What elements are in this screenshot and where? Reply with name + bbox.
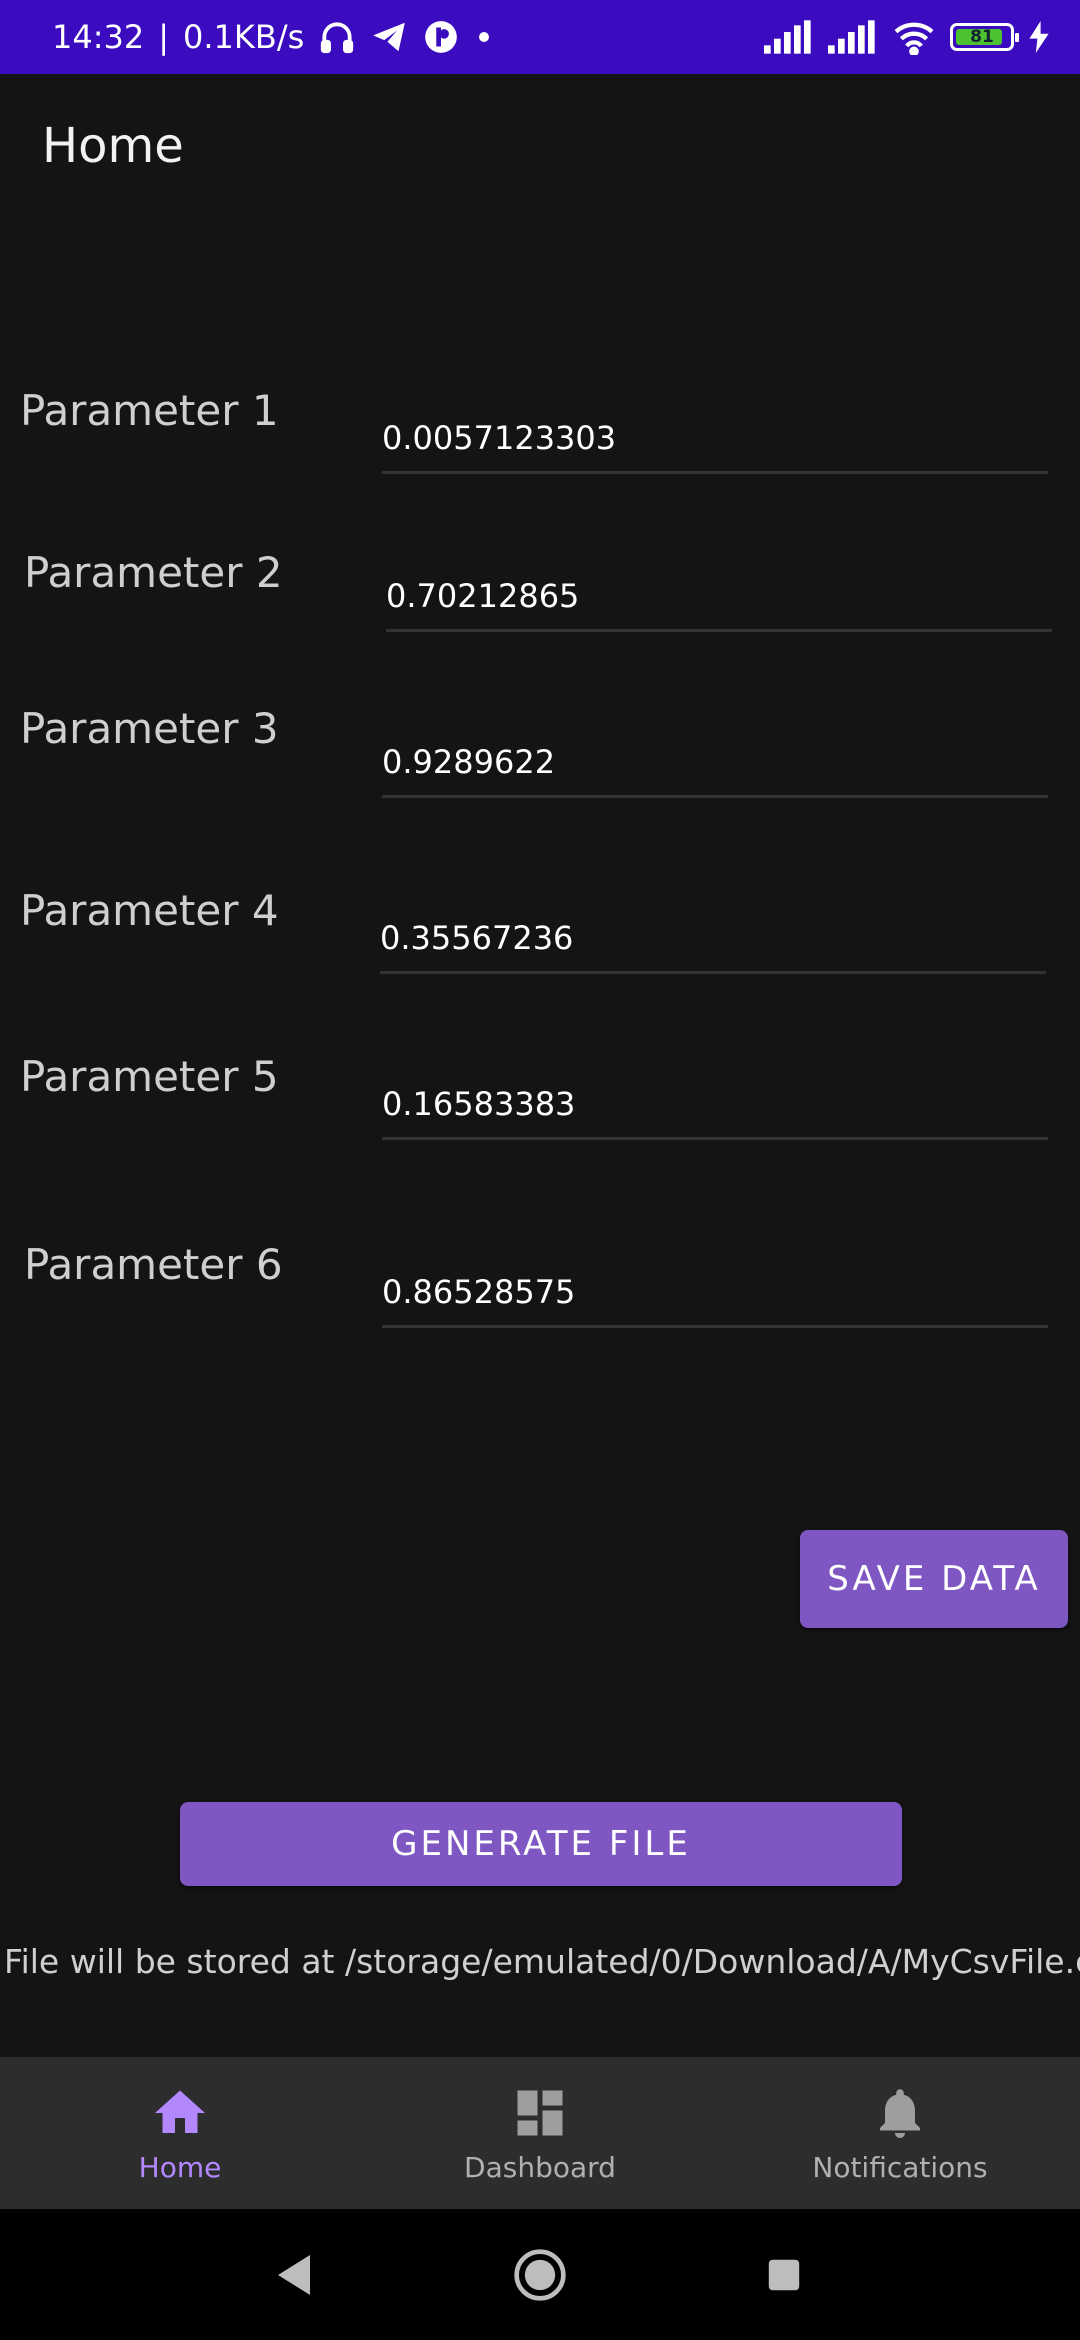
battery-level: 81 — [970, 27, 994, 47]
status-time: 14:32 — [52, 18, 145, 56]
save-data-button[interactable]: SAVE DATA — [800, 1530, 1068, 1628]
parameter-2-input[interactable]: 0.70212865 — [386, 562, 1052, 632]
parameter-6-input[interactable]: 0.86528575 — [382, 1258, 1048, 1328]
back-button[interactable] — [244, 2209, 344, 2340]
generate-file-button[interactable]: GENERATE FILE — [180, 1802, 902, 1886]
recents-icon — [768, 2259, 800, 2290]
recents-button[interactable] — [734, 2209, 834, 2340]
parameter-3-input[interactable]: 0.9289622 — [382, 728, 1048, 798]
file-path-text: File will be stored at /storage/emulated… — [4, 1942, 1080, 1981]
bottom-navigation: Home Dashboard Notifications — [0, 2057, 1080, 2209]
home-circle-icon — [514, 2248, 566, 2301]
battery-icon: 81 — [950, 23, 1019, 51]
system-navigation-bar — [0, 2209, 1080, 2340]
status-right: 81 — [764, 0, 1050, 74]
bell-icon — [880, 2088, 920, 2138]
app-notification-icon — [425, 21, 458, 53]
nav-notifications-label: Notifications — [812, 2150, 988, 2184]
nav-dashboard-label: Dashboard — [464, 2150, 616, 2184]
telegram-icon — [373, 22, 406, 52]
parameter-1-label: Parameter 1 — [20, 386, 279, 435]
headphones-icon — [321, 22, 354, 54]
home-system-button[interactable] — [490, 2209, 590, 2340]
wifi-icon — [894, 22, 934, 55]
parameter-5-label: Parameter 5 — [20, 1052, 279, 1101]
dot-icon — [479, 32, 490, 42]
page-title: Home — [42, 118, 184, 174]
signal-icon-2 — [828, 20, 875, 54]
parameter-2-label: Parameter 2 — [24, 548, 283, 597]
dashboard-icon — [517, 2090, 563, 2135]
parameter-5-input[interactable]: 0.16583383 — [382, 1070, 1048, 1140]
nav-item-home[interactable]: Home — [0, 2057, 360, 2209]
nav-item-dashboard[interactable]: Dashboard — [360, 2057, 720, 2209]
parameter-4-label: Parameter 4 — [20, 886, 279, 935]
parameter-3-label: Parameter 3 — [20, 704, 279, 753]
nav-item-notifications[interactable]: Notifications — [720, 2057, 1080, 2209]
home-icon — [155, 2090, 205, 2133]
status-separator: | — [158, 18, 169, 56]
status-bar: 14:32 | 0.1KB/s 81 — [0, 0, 1080, 74]
status-left: 14:32 | 0.1KB/s — [52, 0, 494, 74]
status-speed: 0.1KB/s — [183, 18, 305, 56]
back-icon — [278, 2254, 310, 2295]
parameter-6-label: Parameter 6 — [24, 1240, 283, 1289]
charging-icon — [1029, 21, 1049, 53]
nav-home-label: Home — [138, 2150, 222, 2184]
signal-icon — [764, 20, 811, 54]
parameter-4-input[interactable]: 0.35567236 — [380, 904, 1046, 974]
parameter-1-input[interactable]: 0.0057123303 — [382, 404, 1048, 474]
